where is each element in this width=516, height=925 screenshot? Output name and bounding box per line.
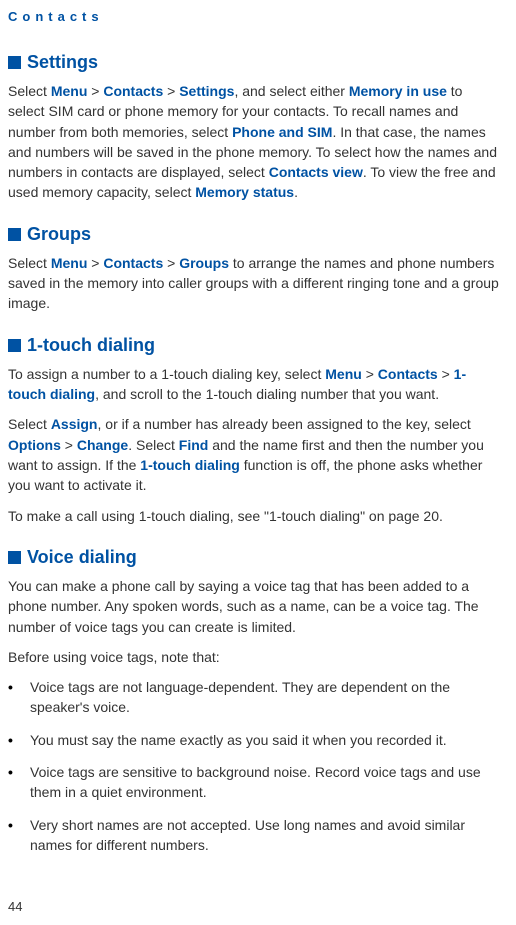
page-header: Contacts	[8, 8, 502, 27]
bullet-dot-icon: •	[8, 762, 30, 803]
assign-link: Assign	[51, 416, 98, 432]
settings-section: Settings Select Menu > Contacts > Settin…	[8, 49, 502, 203]
one-touch-function-link: 1-touch dialing	[140, 457, 240, 473]
voice-section: Voice dialing You can make a phone call …	[8, 544, 502, 855]
voice-bullet-list: •Voice tags are not language-dependent. …	[8, 677, 502, 855]
find-link: Find	[179, 437, 209, 453]
square-bullet-icon	[8, 228, 21, 241]
memory-in-use-link: Memory in use	[349, 83, 447, 99]
bullet-dot-icon: •	[8, 730, 30, 750]
settings-link: Settings	[179, 83, 234, 99]
one-touch-paragraph-3: To make a call using 1-touch dialing, se…	[8, 506, 502, 526]
bullet-text: Voice tags are not language-dependent. T…	[30, 677, 502, 718]
voice-paragraph-1: You can make a phone call by saying a vo…	[8, 576, 502, 637]
bullet-dot-icon: •	[8, 677, 30, 718]
settings-title-text: Settings	[27, 52, 98, 72]
voice-title-text: Voice dialing	[27, 547, 137, 567]
groups-paragraph: Select Menu > Contacts > Groups to arran…	[8, 253, 502, 314]
contacts-link: Contacts	[103, 255, 163, 271]
square-bullet-icon	[8, 551, 21, 564]
one-touch-title-text: 1-touch dialing	[27, 335, 155, 355]
one-touch-paragraph-2: Select Assign, or if a number has alread…	[8, 414, 502, 495]
menu-link: Menu	[325, 366, 362, 382]
list-item: •Voice tags are not language-dependent. …	[8, 677, 502, 718]
square-bullet-icon	[8, 56, 21, 69]
one-touch-paragraph-1: To assign a number to a 1-touch dialing …	[8, 364, 502, 405]
voice-paragraph-2: Before using voice tags, note that:	[8, 647, 502, 667]
settings-heading: Settings	[8, 49, 502, 75]
groups-heading: Groups	[8, 221, 502, 247]
contacts-view-link: Contacts view	[269, 164, 363, 180]
change-link: Change	[77, 437, 128, 453]
settings-paragraph: Select Menu > Contacts > Settings, and s…	[8, 81, 502, 203]
groups-link: Groups	[179, 255, 229, 271]
menu-link: Menu	[51, 255, 88, 271]
bullet-text: Voice tags are sensitive to background n…	[30, 762, 502, 803]
phone-and-sim-link: Phone and SIM	[232, 124, 332, 140]
contacts-link: Contacts	[378, 366, 438, 382]
contacts-link: Contacts	[103, 83, 163, 99]
groups-title-text: Groups	[27, 224, 91, 244]
options-link: Options	[8, 437, 61, 453]
list-item: •Very short names are not accepted. Use …	[8, 815, 502, 856]
page-number: 44	[8, 898, 22, 917]
voice-heading: Voice dialing	[8, 544, 502, 570]
bullet-text: You must say the name exactly as you sai…	[30, 730, 502, 750]
memory-status-link: Memory status	[195, 184, 294, 200]
bullet-dot-icon: •	[8, 815, 30, 856]
bullet-text: Very short names are not accepted. Use l…	[30, 815, 502, 856]
list-item: •You must say the name exactly as you sa…	[8, 730, 502, 750]
groups-section: Groups Select Menu > Contacts > Groups t…	[8, 221, 502, 314]
one-touch-section: 1-touch dialing To assign a number to a …	[8, 332, 502, 526]
one-touch-heading: 1-touch dialing	[8, 332, 502, 358]
square-bullet-icon	[8, 339, 21, 352]
list-item: •Voice tags are sensitive to background …	[8, 762, 502, 803]
menu-link: Menu	[51, 83, 88, 99]
